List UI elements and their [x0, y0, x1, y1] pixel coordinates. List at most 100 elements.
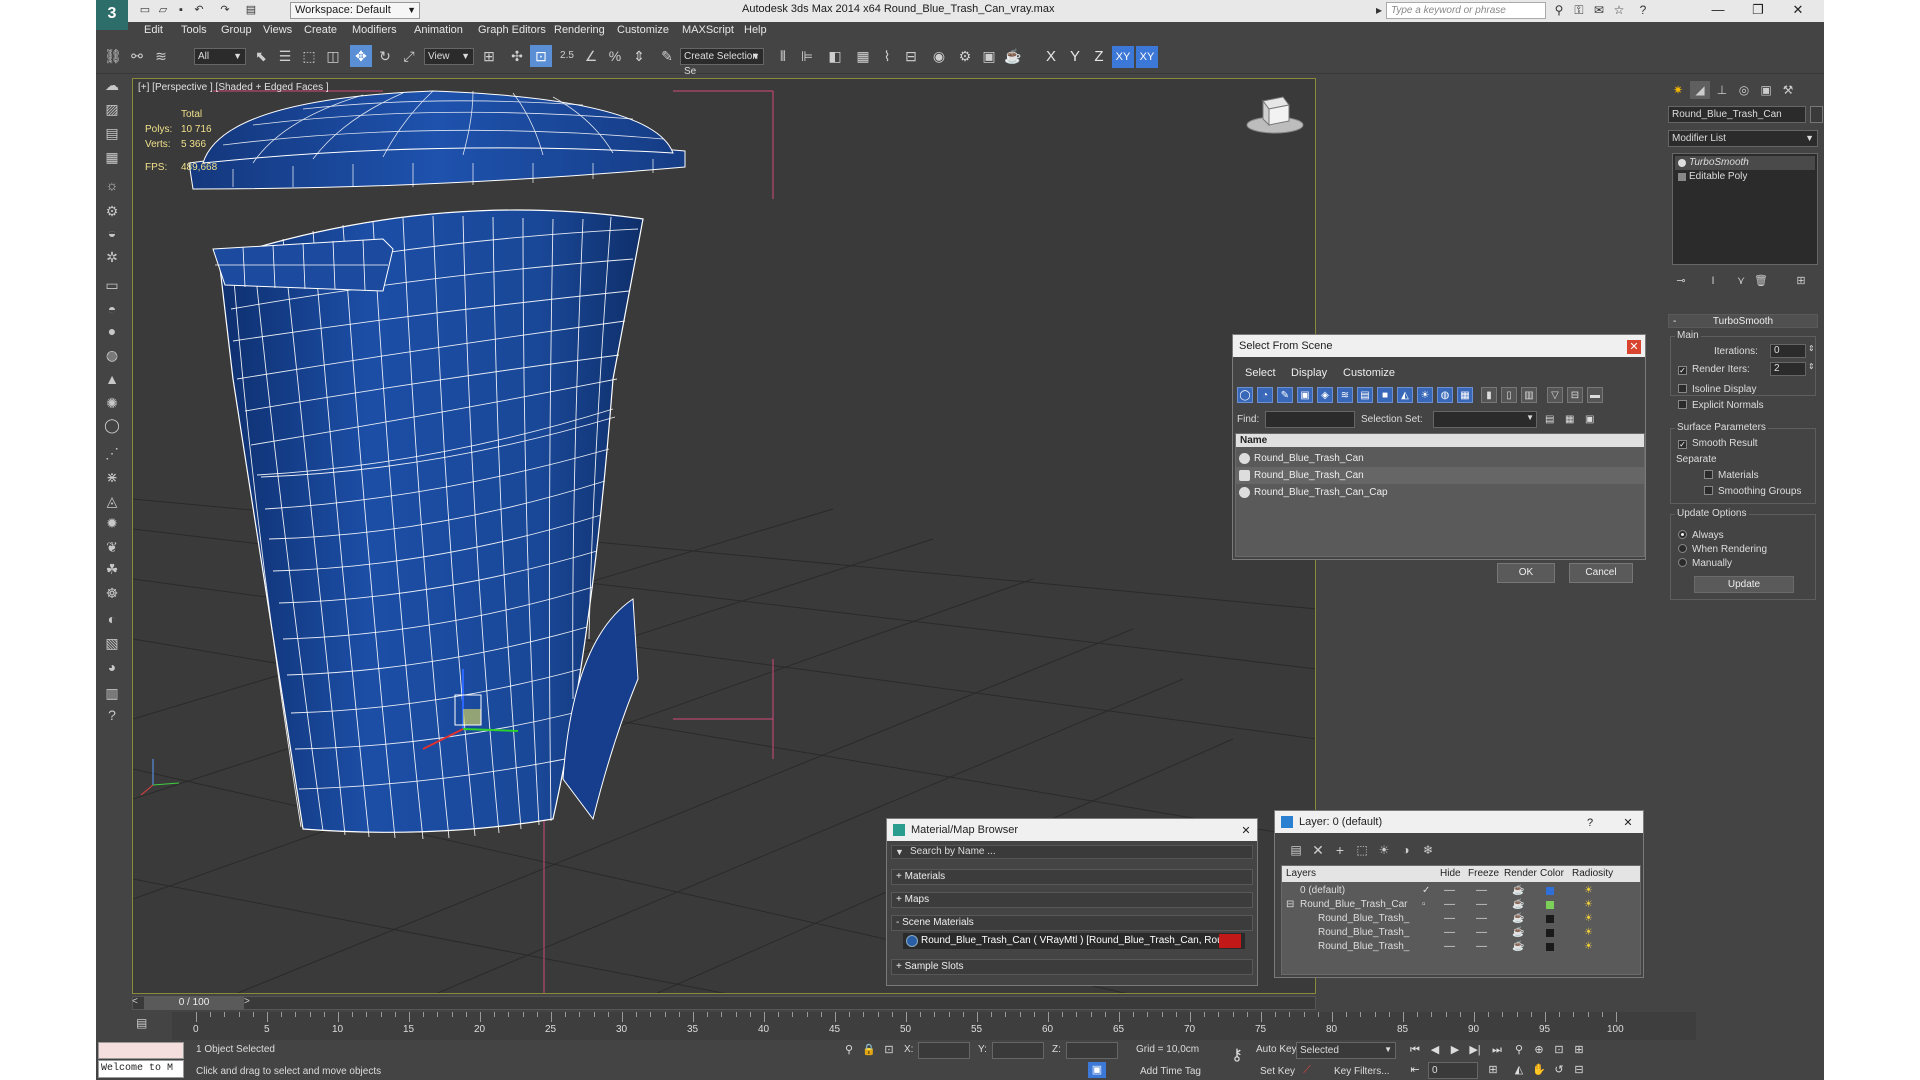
column-hide[interactable]: Hide: [1440, 868, 1461, 879]
add-to-layer-icon[interactable]: +: [1329, 839, 1351, 861]
hide-toggle[interactable]: ––: [1444, 912, 1455, 926]
find-input[interactable]: [1265, 411, 1355, 428]
help-search-input[interactable]: Type a keyword or phrase: [1386, 2, 1546, 19]
cloth-icon[interactable]: ☸: [102, 583, 122, 603]
hide-toggle[interactable]: ––: [1444, 926, 1455, 940]
undo-icon[interactable]: ↶: [192, 3, 206, 17]
hierarchy-tab-icon[interactable]: ⊥: [1712, 81, 1732, 99]
torus-icon[interactable]: ◍: [102, 345, 122, 365]
menu-animation[interactable]: Animation: [414, 24, 463, 36]
freeze-toggle[interactable]: ––: [1476, 898, 1487, 912]
keyboard-shortcut-override-icon[interactable]: ⊡: [530, 45, 552, 67]
spinner-snap-icon[interactable]: ⇕: [628, 45, 650, 67]
render-teapot-icon[interactable]: ☕: [1512, 898, 1524, 912]
table-row[interactable]: ⊟ Round_Blue_Trash_Car ▫ –– –– ☕ ☀: [1282, 898, 1640, 912]
key-set-dropdown[interactable]: Selected ▼: [1296, 1042, 1396, 1059]
zoom-extents-all-icon[interactable]: ⊞: [1570, 1042, 1588, 1058]
absolute-mode-icon[interactable]: ⊡: [880, 1042, 898, 1058]
axis-y-button[interactable]: Y: [1064, 46, 1086, 68]
goto-start-icon[interactable]: ⏮: [1406, 1042, 1424, 1058]
always-radio[interactable]: Always: [1678, 530, 1724, 541]
window-crossing-icon[interactable]: ◫: [322, 45, 344, 67]
menu-group[interactable]: Group: [221, 24, 252, 36]
smoothing-groups-checkbox[interactable]: Smoothing Groups: [1704, 486, 1801, 497]
curve-editor-icon[interactable]: ⌇: [876, 45, 898, 67]
time-tag-icon[interactable]: ▣: [1088, 1062, 1106, 1078]
layer-color-swatch[interactable]: [1546, 943, 1554, 951]
zoom-icon[interactable]: ⚲: [1510, 1042, 1528, 1058]
table-row[interactable]: Round_Blue_Trash_ –– –– ☕ ☀: [1282, 926, 1640, 940]
maps-section[interactable]: + Maps: [891, 892, 1253, 908]
sfs-menu-display[interactable]: Display: [1291, 367, 1327, 379]
mirror-icon[interactable]: ⫴: [772, 45, 794, 67]
select-and-link-icon[interactable]: ⛓: [102, 45, 124, 67]
spinner-arrows-icon[interactable]: ⇕: [1808, 362, 1815, 371]
grid-icon[interactable]: ▦: [102, 147, 122, 167]
table-row[interactable]: Round_Blue_Trash_ –– –– ☕ ☀: [1282, 912, 1640, 926]
when-rendering-radio[interactable]: When Rendering: [1678, 544, 1767, 555]
manually-radio[interactable]: Manually: [1678, 558, 1732, 569]
current-layer-icon[interactable]: ▫: [1422, 898, 1426, 912]
spray-icon[interactable]: ⋇: [102, 467, 122, 487]
update-button[interactable]: Update: [1694, 576, 1794, 593]
key-icon[interactable]: ⚷: [1228, 1048, 1246, 1064]
layer-color-swatch[interactable]: [1546, 887, 1554, 895]
stack-item-turbosmooth[interactable]: TurboSmooth: [1675, 156, 1815, 170]
percent-snap-icon[interactable]: %: [604, 45, 626, 67]
column-radiosity[interactable]: Radiosity: [1572, 868, 1613, 879]
plane-icon[interactable]: ◓: [102, 299, 122, 319]
menu-customize[interactable]: Customize: [617, 24, 669, 36]
filter-cameras-icon[interactable]: ▣: [1297, 387, 1313, 403]
subscription-icon[interactable]: ⚿: [1572, 3, 1586, 17]
camera-icon[interactable]: ◬: [102, 491, 122, 511]
turbosmooth-rollout-title[interactable]: - TurboSmooth: [1668, 314, 1818, 328]
delete-set-icon[interactable]: ▣: [1585, 411, 1594, 428]
layer-color-swatch[interactable]: [1546, 915, 1554, 923]
select-none-icon[interactable]: ▯: [1501, 387, 1517, 403]
manipulate-icon[interactable]: ✣: [506, 45, 528, 67]
hair-icon[interactable]: ☘: [102, 559, 122, 579]
cancel-button[interactable]: Cancel: [1569, 563, 1633, 583]
filter-helpers-icon[interactable]: ◈: [1317, 387, 1333, 403]
close-icon[interactable]: ✕: [1239, 824, 1253, 838]
next-frame-icon[interactable]: ▶|: [1466, 1042, 1484, 1058]
maxscript-listener-input[interactable]: [98, 1042, 184, 1059]
modifier-icon[interactable]: ◒: [102, 223, 122, 243]
remove-modifier-icon[interactable]: 🗑: [1752, 272, 1770, 290]
render-teapot-icon[interactable]: ☕: [1512, 940, 1524, 954]
filter-spacewarps-icon[interactable]: ≋: [1337, 387, 1353, 403]
create-layer-icon[interactable]: ▤: [1285, 839, 1307, 861]
help-icon[interactable]: ?: [1636, 3, 1650, 17]
current-frame-field[interactable]: 0: [1428, 1062, 1478, 1079]
cone-icon[interactable]: ▲: [102, 369, 122, 389]
lattice-icon[interactable]: ⋰: [102, 443, 122, 463]
favorites-star-icon[interactable]: ☆: [1612, 3, 1626, 17]
align-icon[interactable]: ⊫: [796, 45, 818, 67]
column-layers[interactable]: Layers: [1286, 868, 1316, 879]
maximize-button[interactable]: ❐: [1738, 0, 1778, 22]
object-color-swatch[interactable]: [1810, 106, 1823, 123]
box-icon[interactable]: ▭: [102, 275, 122, 295]
selection-set-dropdown[interactable]: ▼: [1433, 411, 1537, 428]
x-coord-field[interactable]: [918, 1042, 970, 1059]
menu-tools[interactable]: Tools: [181, 24, 207, 36]
collapse-icon[interactable]: ⊟: [1286, 898, 1294, 912]
environment-icon[interactable]: ◕: [102, 657, 122, 677]
render-teapot-icon[interactable]: ☕: [1512, 912, 1524, 926]
render-teapot-icon[interactable]: ☕: [1512, 884, 1524, 898]
select-and-move-icon[interactable]: ✥: [350, 45, 372, 67]
menu-create[interactable]: Create: [304, 24, 337, 36]
freeze-toggle[interactable]: ––: [1476, 884, 1487, 898]
set-key-button[interactable]: Set Key: [1260, 1066, 1295, 1077]
project-folder-icon[interactable]: ▤: [244, 3, 258, 17]
select-object-icon[interactable]: ⬉: [250, 45, 272, 67]
pan-view-icon[interactable]: ✋: [1530, 1062, 1548, 1078]
goto-end-icon[interactable]: ⏭: [1488, 1042, 1506, 1058]
search-by-name-input[interactable]: ▼ Search by Name ...: [891, 845, 1253, 859]
sfs-menu-select[interactable]: Select: [1245, 367, 1276, 379]
reference-coordinate-dropdown[interactable]: View ▼: [424, 48, 474, 65]
axis-xy-button[interactable]: XY: [1112, 46, 1134, 68]
axis-z-button[interactable]: Z: [1088, 46, 1110, 68]
smooth-result-checkbox[interactable]: ✓ Smooth Result: [1678, 438, 1758, 449]
create-set-icon[interactable]: ▤: [1545, 411, 1554, 428]
